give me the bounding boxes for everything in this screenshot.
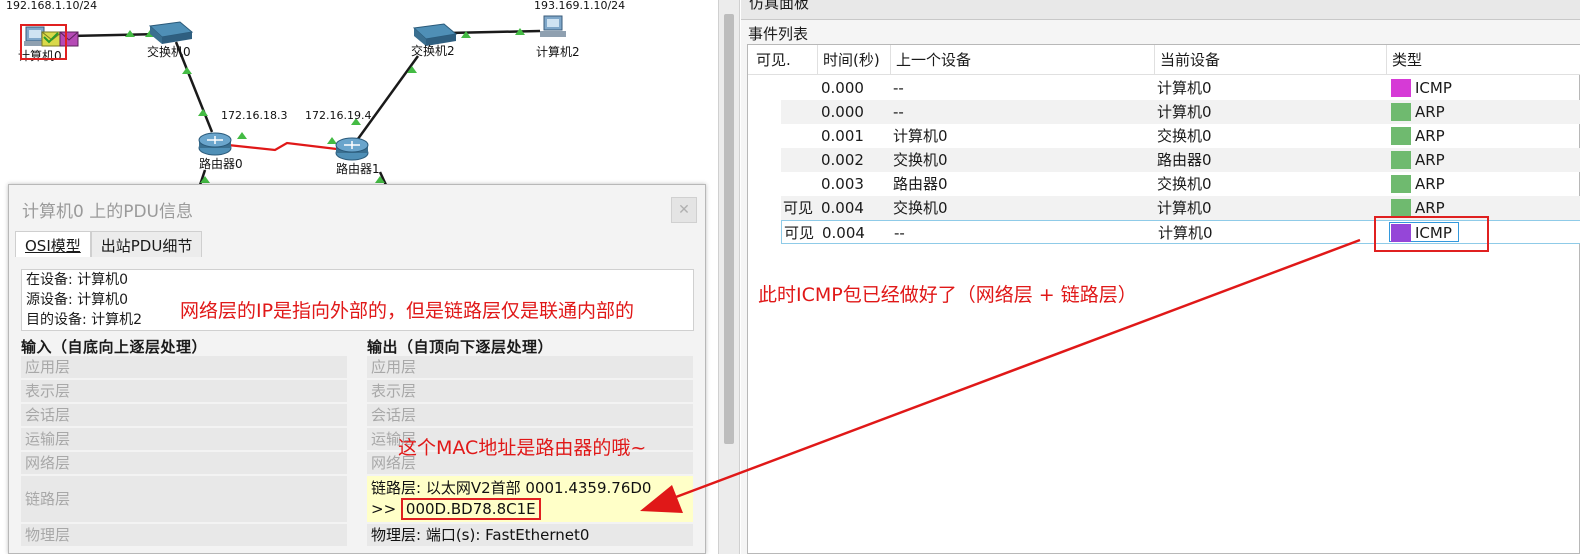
icmp-highlight-box	[1374, 216, 1489, 252]
event-type-color	[1391, 175, 1411, 193]
input-layer-row[interactable]: 会话层	[21, 404, 347, 426]
event-type-color	[1391, 151, 1411, 169]
router1-ip-label: 172.16.19.4	[305, 109, 371, 122]
input-layer-row[interactable]: 链路层	[21, 476, 347, 522]
annotation-mac-address: 这个MAC地址是路由器的哦~	[398, 437, 647, 459]
pdu-dialog-title: 计算机0 上的PDU信息	[22, 202, 194, 222]
switch0-icon	[148, 21, 194, 44]
event-visible: 可见	[784, 224, 815, 242]
event-type: ARP	[1415, 127, 1445, 145]
event-type: ARP	[1415, 175, 1445, 193]
header-time[interactable]: 时间(秒)	[818, 45, 891, 75]
output-physical-layer-row[interactable]: 物理层: 端口(s): FastEthernet0	[367, 524, 693, 546]
event-visible: 可见	[783, 199, 814, 217]
event-prev-device: --	[893, 79, 904, 97]
router0-label: 路由器0	[199, 156, 243, 171]
router-mac-address: 000D.BD78.8C1E	[400, 498, 541, 520]
switch2-label: 交换机2	[411, 43, 455, 58]
link-serial-router0-router1	[227, 141, 346, 152]
header-type[interactable]: 类型	[1387, 45, 1580, 75]
input-layer-row[interactable]: 应用层	[21, 356, 347, 378]
event-time: 0.002	[821, 151, 864, 169]
header-current-device[interactable]: 当前设备	[1155, 45, 1387, 75]
simulation-panel-titlebar: 仿真面板	[741, 0, 1580, 20]
router1-label: 路由器1	[336, 161, 380, 176]
event-time: 0.004	[822, 224, 865, 242]
table-row[interactable]: 0.000 -- 计算机0 ICMP	[781, 76, 1580, 100]
event-current-device: 计算机0	[1157, 103, 1212, 121]
event-current-device: 计算机0	[1158, 224, 1213, 242]
table-row[interactable]: 0.002 交换机0 路由器0 ARP	[781, 148, 1580, 172]
event-time: 0.000	[821, 103, 864, 121]
input-layer-row[interactable]: 物理层	[21, 524, 347, 546]
event-type-color	[1391, 79, 1411, 97]
pc2-label: 计算机2	[536, 44, 580, 59]
event-type: ICMP	[1415, 79, 1452, 97]
router1-icon	[335, 137, 369, 161]
scrollbar-thumb[interactable]	[724, 14, 734, 444]
annotation-network-layer: 网络层的IP是指向外部的，但是链路层仅是联通内部的	[180, 300, 635, 322]
event-current-device: 计算机0	[1157, 79, 1212, 97]
tab-outbound-pdu-details[interactable]: 出站PDU细节	[90, 231, 203, 257]
pdu-info-dialog: 计算机0 上的PDU信息 ✕ OSI模型 出站PDU细节 在设备: 计算机0 源…	[8, 184, 706, 554]
simulation-panel: 仿真面板 事件列表 可见. 时间(秒) 上一个设备 当前设备 类型 0.000 …	[741, 0, 1580, 554]
simulation-panel-title: 仿真面板	[749, 0, 810, 12]
event-type-color	[1391, 199, 1411, 217]
link-switch2-pc2	[447, 29, 541, 35]
event-prev-device: 交换机0	[893, 151, 948, 169]
link-router1-switch2	[353, 55, 420, 144]
output-link-layer-row[interactable]: 链路层: 以太网V2首部 0001.4359.76D0 >> 000D.BD78…	[367, 476, 693, 522]
event-prev-device: 路由器0	[893, 175, 948, 193]
event-type: ARP	[1415, 151, 1445, 169]
input-layer-row[interactable]: 网络层	[21, 452, 347, 474]
output-header: 输出（自顶向下逐层处理）	[367, 338, 554, 356]
link-layer-prefix: >>	[371, 500, 397, 518]
output-layer-row[interactable]: 应用层	[367, 356, 693, 378]
event-current-device: 交换机0	[1157, 127, 1212, 145]
event-time: 0.004	[821, 199, 864, 217]
event-current-device: 计算机0	[1157, 199, 1212, 217]
pc0-highlight-box	[20, 24, 67, 60]
header-previous-device[interactable]: 上一个设备	[891, 45, 1155, 75]
input-header: 输入（自底向上逐层处理）	[21, 338, 208, 356]
router0-ip-label: 172.16.18.3	[221, 109, 287, 122]
pc0-ip-label: 192.168.1.10/24	[6, 0, 97, 12]
table-row[interactable]: 0.003 路由器0 交换机0 ARP	[781, 172, 1580, 196]
input-layer-row[interactable]: 表示层	[21, 380, 347, 402]
event-prev-device: 交换机0	[893, 199, 948, 217]
output-layer-row[interactable]: 会话层	[367, 404, 693, 426]
annotation-icmp-ready: 此时ICMP包已经做好了（网络层 + 链路层）	[758, 284, 1137, 306]
at-device-text: 在设备: 计算机0	[26, 272, 129, 288]
event-table-header: 可见. 时间(秒) 上一个设备 当前设备 类型	[748, 45, 1580, 75]
event-type: ARP	[1415, 103, 1445, 121]
table-row[interactable]: 0.000 -- 计算机0 ARP	[781, 100, 1580, 124]
event-time: 0.003	[821, 175, 864, 193]
event-current-device: 路由器0	[1157, 151, 1212, 169]
input-layers: 应用层 表示层 会话层 运输层 网络层 链路层 物理层	[21, 356, 347, 548]
event-type-color	[1391, 103, 1411, 121]
output-layer-row[interactable]: 表示层	[367, 380, 693, 402]
event-current-device: 交换机0	[1157, 175, 1212, 193]
panel-splitter[interactable]	[718, 0, 740, 554]
event-time: 0.001	[821, 127, 864, 145]
close-icon[interactable]: ✕	[671, 197, 697, 223]
tab-osi-model[interactable]: OSI模型	[15, 231, 91, 257]
switch2-icon	[412, 23, 458, 46]
table-row[interactable]: 0.001 计算机0 交换机0 ARP	[781, 124, 1580, 148]
link-layer-header-text: 链路层: 以太网V2首部 0001.4359.76D0	[371, 479, 652, 497]
event-prev-device: 计算机0	[893, 127, 948, 145]
pc2-icon	[540, 15, 566, 37]
pdu-tabs: OSI模型 出站PDU细节	[15, 231, 203, 257]
event-prev-device: --	[894, 224, 905, 242]
event-time: 0.000	[821, 79, 864, 97]
pc2-ip-label: 193.169.1.10/24	[534, 0, 625, 12]
event-type-color	[1391, 127, 1411, 145]
event-prev-device: --	[893, 103, 904, 121]
header-visible[interactable]: 可见.	[748, 45, 818, 75]
input-layer-row[interactable]: 运输层	[21, 428, 347, 450]
switch0-label: 交换机0	[147, 44, 191, 59]
event-list-label: 事件列表	[748, 25, 809, 43]
router0-icon	[198, 132, 232, 156]
